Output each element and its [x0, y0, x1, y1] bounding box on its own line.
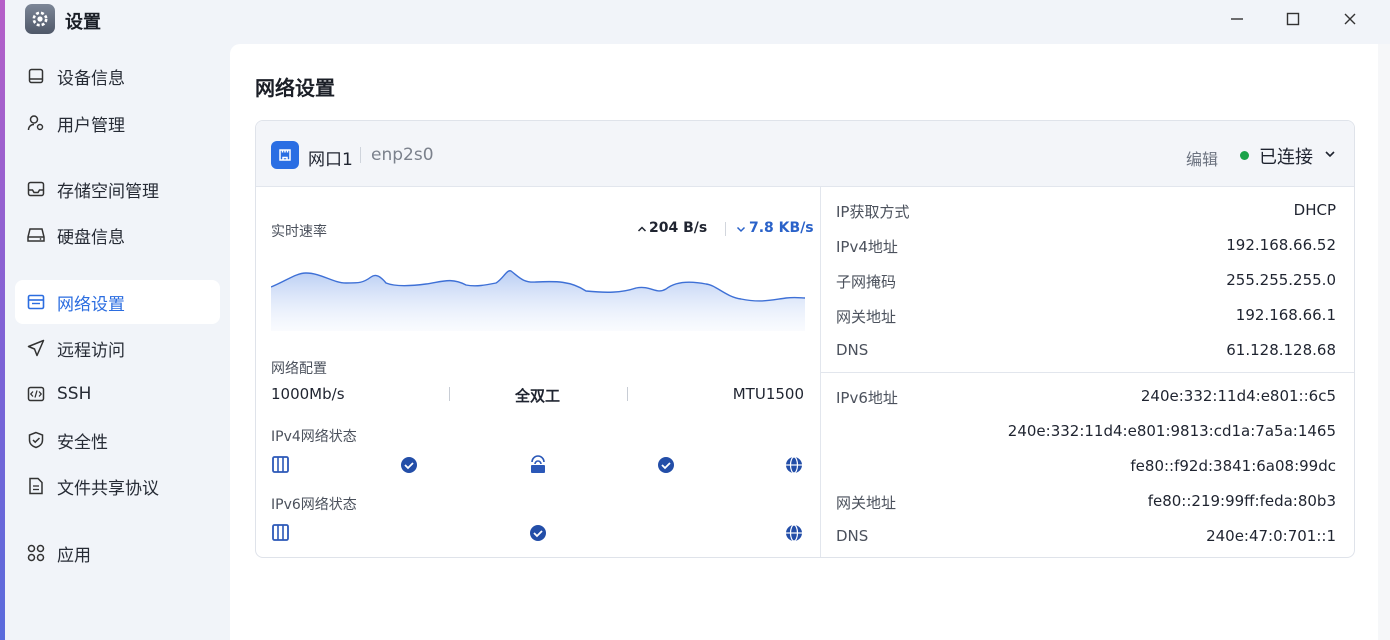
ipv4-dns-label: DNS — [836, 341, 869, 359]
ipv6-address-label: IPv6地址 — [836, 389, 898, 407]
duplex-mode: 全双工 — [515, 387, 561, 405]
close-button[interactable] — [1330, 4, 1370, 34]
device-icon — [272, 456, 289, 473]
sidebar-item-disk-info[interactable]: 硬盘信息 — [15, 213, 220, 257]
mtu-value: MTU1500 — [732, 385, 804, 403]
download-arrow-icon — [736, 226, 746, 233]
sidebar-item-security[interactable]: 安全性 — [15, 418, 220, 462]
device-icon — [272, 524, 289, 541]
main-panel: 网络设置 网口1 enp2s0 编辑 已连接 实时速率 204 B/s 7.8 … — [230, 44, 1378, 640]
divider — [360, 147, 361, 163]
sidebar-item-label: 安全性 — [57, 432, 108, 453]
download-speed: 7.8 KB/s — [749, 220, 814, 236]
check-circle-icon — [530, 525, 546, 541]
connection-status: 已连接 — [1259, 147, 1313, 168]
globe-icon — [786, 456, 802, 474]
sidebar-item-label: 网络设置 — [57, 294, 125, 315]
upload-speed: 204 B/s — [649, 220, 708, 236]
ipv6-status-label: IPv6网络状态 — [271, 497, 357, 513]
divider — [821, 372, 1354, 373]
link-speed: 1000Mb/s — [271, 385, 345, 403]
sidebar-item-user-management[interactable]: 用户管理 — [15, 101, 220, 145]
sidebar-item-label: 应用 — [57, 545, 91, 566]
ipv4-gateway-value: 192.168.66.1 — [1235, 306, 1336, 324]
speed-label: 实时速率 — [271, 224, 327, 240]
ipv4-address-label: IPv4地址 — [836, 238, 898, 256]
divider — [725, 222, 726, 236]
upload-arrow-icon — [637, 226, 647, 232]
maximize-button[interactable] — [1273, 4, 1313, 34]
shield-icon — [27, 431, 45, 449]
check-circle-icon — [401, 457, 417, 473]
ipv4-dns-value: 61.128.128.68 — [1226, 341, 1336, 359]
gear-icon — [25, 4, 55, 34]
sidebar-item-label: 用户管理 — [57, 115, 125, 136]
globe-icon — [786, 524, 802, 542]
sidebar-item-label: 硬盘信息 — [57, 227, 125, 248]
apps-grid-icon — [27, 544, 45, 562]
ipv6-address-value: fe80::f92d:3841:6a08:99dc — [1130, 457, 1336, 475]
ipv4-gateway-label: 网关地址 — [836, 308, 897, 326]
sidebar-item-label: 设备信息 — [57, 68, 125, 89]
port-card-header[interactable]: 网口1 enp2s0 编辑 已连接 — [256, 121, 1354, 187]
window-icon — [27, 293, 45, 311]
user-gear-icon — [27, 114, 45, 132]
sidebar-item-network[interactable]: 网络设置 — [15, 280, 220, 324]
check-circle-icon — [658, 457, 674, 473]
send-icon — [27, 339, 45, 357]
ipv6-dns-value: 240e:47:0:701::1 — [1206, 527, 1336, 545]
sidebar-item-storage[interactable]: 存储空间管理 — [15, 167, 220, 211]
sidebar-item-label: SSH — [57, 384, 92, 404]
minimize-button[interactable] — [1217, 4, 1257, 34]
maximize-icon — [1286, 12, 1300, 26]
port-device: enp2s0 — [371, 145, 434, 165]
config-label: 网络配置 — [271, 361, 327, 377]
speed-chart — [271, 270, 805, 331]
ip-method-value: DHCP — [1293, 201, 1336, 219]
subnet-mask-label: 子网掩码 — [836, 273, 897, 291]
scrollbar[interactable] — [1378, 44, 1390, 640]
sidebar-item-apps[interactable]: 应用 — [15, 531, 220, 575]
subnet-mask-value: 255.255.255.0 — [1226, 271, 1336, 289]
drive-icon — [27, 226, 45, 244]
ipv6-address-value: 240e:332:11d4:e801:9813:cd1a:7a5a:1465 — [1007, 422, 1336, 440]
edit-button[interactable]: 编辑 — [1186, 146, 1218, 170]
ipv6-status-flow — [272, 524, 802, 542]
sidebar-item-device-info[interactable]: 设备信息 — [15, 54, 220, 98]
ipv6-gateway-value: fe80::219:99ff:feda:80b3 — [1147, 492, 1336, 510]
document-icon — [27, 477, 45, 495]
page-title: 网络设置 — [255, 76, 335, 100]
sidebar-item-label: 存储空间管理 — [57, 181, 159, 202]
sidebar-item-file-sharing[interactable]: 文件共享协议 — [15, 464, 220, 508]
divider — [627, 387, 628, 401]
ipv6-address-value: 240e:332:11d4:e801::6c5 — [1140, 387, 1336, 405]
sidebar-item-ssh[interactable]: SSH — [15, 372, 220, 416]
sidebar-item-label: 文件共享协议 — [57, 478, 159, 499]
network-port-card: 网口1 enp2s0 编辑 已连接 实时速率 204 B/s 7.8 KB/s — [255, 120, 1355, 558]
sidebar-item-label: 远程访问 — [57, 340, 125, 361]
sidebar-item-remote-access[interactable]: 远程访问 — [15, 326, 220, 370]
router-icon — [531, 455, 545, 473]
window-title: 设置 — [65, 12, 101, 33]
sidebar: 设备信息 用户管理 存储空间管理 硬盘信息 网络设置 远程访问 SSH 安全性 … — [5, 40, 230, 640]
chevron-down-icon[interactable] — [1323, 147, 1337, 161]
title-bar: 设置 — [5, 0, 1390, 40]
minimize-icon — [1231, 18, 1243, 20]
code-icon — [27, 385, 45, 403]
close-icon — [1344, 13, 1356, 25]
port-name: 网口1 — [308, 150, 353, 170]
inbox-icon — [27, 180, 45, 198]
ipv6-gateway-label: 网关地址 — [836, 494, 897, 512]
divider — [449, 387, 450, 401]
ip-method-label: IP获取方式 — [836, 203, 910, 221]
device-icon — [27, 67, 45, 85]
ipv4-status-label: IPv4网络状态 — [271, 429, 357, 445]
ipv6-dns-label: DNS — [836, 527, 869, 545]
ipv4-status-flow — [272, 455, 802, 474]
speed-area — [271, 270, 805, 331]
connected-status-dot — [1240, 151, 1249, 160]
ipv4-address-value: 192.168.66.52 — [1226, 236, 1336, 254]
ethernet-port-icon — [271, 141, 299, 169]
